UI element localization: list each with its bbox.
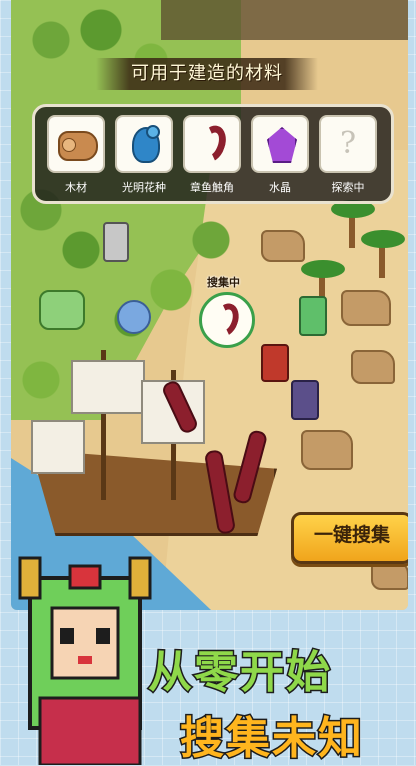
- rock: [371, 560, 408, 590]
- rock: [341, 290, 391, 326]
- material-icon-box: [251, 115, 309, 173]
- witch-character[interactable]: [261, 344, 289, 382]
- tentacle-icon: [208, 299, 244, 341]
- material-label: 探索中: [331, 181, 365, 194]
- search-bubble[interactable]: [199, 292, 255, 348]
- material-label: 木材: [65, 181, 87, 194]
- material-icon-box: [183, 115, 241, 173]
- green-monster-character[interactable]: [39, 290, 85, 330]
- material-icon-box: ?: [319, 115, 377, 173]
- materials-panel: 木材 光明花种 章鱼触角 水晶 ? 探索中: [32, 104, 394, 204]
- material-crystal[interactable]: 水晶: [251, 115, 309, 195]
- ship-sail: [31, 420, 85, 474]
- material-icon-box: [47, 115, 105, 173]
- material-tentacle[interactable]: 章鱼触角: [183, 115, 241, 195]
- blue-bush: [117, 300, 151, 334]
- crystal-icon: [267, 127, 297, 163]
- material-label: 水晶: [269, 181, 291, 194]
- rock: [301, 430, 353, 470]
- rock: [351, 350, 395, 384]
- green-hair-character[interactable]: [299, 296, 327, 336]
- material-label: 章鱼触角: [190, 181, 234, 194]
- material-flower-seed[interactable]: 光明花种: [115, 115, 173, 195]
- archer-character[interactable]: [103, 222, 129, 262]
- tentacle-icon: [193, 121, 231, 167]
- rock: [261, 230, 305, 262]
- mascot-girl-illustration: [18, 556, 152, 765]
- collect-all-button[interactable]: 一键搜集: [291, 512, 408, 564]
- promo-slogan-line2: 搜集未知: [179, 712, 364, 766]
- wood-log-icon: [58, 131, 98, 161]
- unknown-icon: ?: [339, 126, 357, 161]
- material-wood[interactable]: 木材: [47, 115, 105, 195]
- game-map-view[interactable]: 搜集中 一键搜集: [11, 0, 408, 610]
- materials-panel-title: 可用于建造的材料: [96, 58, 318, 90]
- material-label: 光明花种: [122, 181, 166, 194]
- promo-slogan-line1: 从零开始: [147, 646, 332, 700]
- material-icon-box: [115, 115, 173, 173]
- dark-character[interactable]: [291, 380, 319, 420]
- material-unknown[interactable]: ? 探索中: [319, 115, 377, 195]
- blue-bird-seed-icon: [132, 125, 160, 163]
- ship-sail: [71, 360, 145, 414]
- search-status-label: 搜集中: [207, 276, 240, 289]
